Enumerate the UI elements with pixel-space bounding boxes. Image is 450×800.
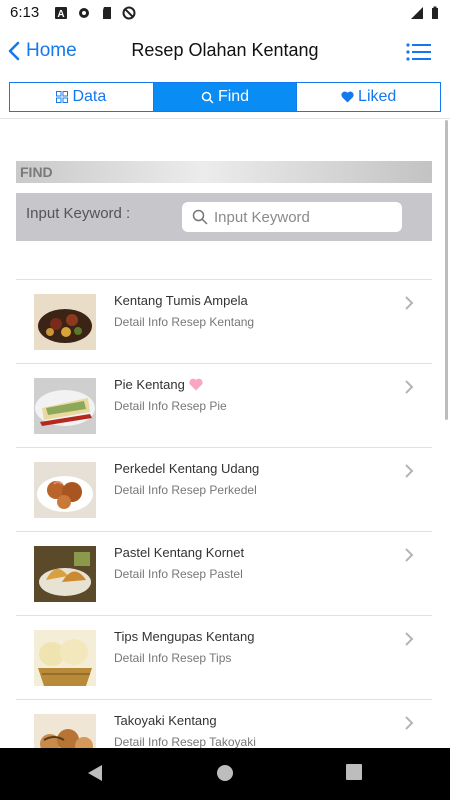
blocked-icon	[122, 6, 136, 20]
recipe-subtitle: Detail Info Resep Tips	[114, 651, 232, 665]
tab-data[interactable]: Data	[10, 83, 154, 111]
tab-data-label: Data	[72, 88, 107, 105]
recipe-thumbnail	[34, 546, 96, 602]
status-time: 6:13	[10, 4, 40, 21]
search-icon	[201, 91, 214, 104]
recent-apps-icon[interactable]	[346, 764, 362, 780]
tab-find[interactable]: Find	[153, 83, 298, 111]
tab-find-label: Find	[217, 88, 250, 105]
liked-heart-icon	[189, 378, 203, 391]
home-back-label: Home	[26, 40, 77, 61]
divider	[0, 118, 450, 119]
list-item[interactable]: Pastel Kentang Kornet Detail Info Resep …	[16, 531, 432, 615]
recipe-subtitle: Detail Info Resep Takoyaki	[114, 735, 256, 749]
tab-liked-label: Liked	[358, 88, 397, 105]
tab-bar: Data Find Liked	[9, 82, 441, 112]
recipe-subtitle: Detail Info Resep Pastel	[114, 567, 243, 581]
search-icon	[192, 209, 208, 225]
grid-icon	[56, 91, 69, 103]
settings-icon	[79, 8, 89, 18]
recipe-title: Kentang Tumis Ampela	[114, 293, 248, 308]
list-item[interactable]: Kentang Tumis Ampela Detail Info Resep K…	[16, 279, 432, 363]
recipe-subtitle: Detail Info Resep Perkedel	[114, 483, 257, 497]
sd-card-icon	[103, 7, 111, 19]
list-item[interactable]: Perkedel Kentang Udang Detail Info Resep…	[16, 447, 432, 531]
list-menu-icon[interactable]	[406, 42, 432, 62]
list-item[interactable]: Pie Kentang Detail Info Resep Pie	[16, 363, 432, 447]
navigation-bar: Home Resep Olahan Kentang	[0, 26, 450, 76]
tab-liked[interactable]: Liked	[297, 83, 440, 111]
recipe-subtitle: Detail Info Resep Pie	[114, 399, 227, 413]
home-back-button[interactable]: Home	[8, 38, 77, 64]
find-panel: Input Keyword :	[16, 193, 432, 241]
notification-a-icon: A	[55, 7, 67, 20]
chevron-right-icon	[405, 716, 414, 730]
battery-icon	[432, 6, 438, 19]
recipe-title: Perkedel Kentang Udang	[114, 461, 260, 476]
status-bar: 6:13 A	[0, 0, 450, 26]
find-section-title: FIND	[20, 164, 53, 180]
recipe-thumbnail	[34, 378, 96, 434]
recipe-thumbnail	[34, 294, 96, 350]
recipe-title: Pastel Kentang Kornet	[114, 545, 245, 560]
list-item[interactable]: Tips Mengupas Kentang Detail Info Resep …	[16, 615, 432, 699]
chevron-right-icon	[405, 296, 414, 310]
scrollbar[interactable]	[445, 120, 448, 420]
chevron-right-icon	[405, 464, 414, 478]
chevron-left-icon	[8, 41, 20, 61]
keyword-search-input[interactable]	[214, 208, 394, 226]
home-circle-icon[interactable]	[216, 764, 234, 782]
svg-text:A: A	[57, 9, 64, 20]
chevron-right-icon	[405, 632, 414, 646]
recipe-title: Pie Kentang	[114, 377, 203, 392]
search-box[interactable]	[182, 202, 402, 232]
signal-icon	[411, 7, 423, 19]
recipe-subtitle: Detail Info Resep Kentang	[114, 315, 255, 329]
chevron-right-icon	[405, 380, 414, 394]
chevron-right-icon	[405, 548, 414, 562]
keyword-label: Input Keyword :	[26, 205, 131, 222]
recipe-thumbnail	[34, 462, 96, 518]
recipe-title: Takoyaki Kentang	[114, 713, 217, 728]
system-navigation-bar	[0, 748, 450, 800]
find-section-header: FIND	[16, 161, 432, 183]
back-triangle-icon[interactable]	[86, 764, 104, 782]
recipe-title: Tips Mengupas Kentang	[114, 629, 255, 644]
heart-icon	[341, 91, 354, 103]
recipe-list: Kentang Tumis Ampela Detail Info Resep K…	[16, 279, 432, 783]
recipe-thumbnail	[34, 630, 96, 686]
